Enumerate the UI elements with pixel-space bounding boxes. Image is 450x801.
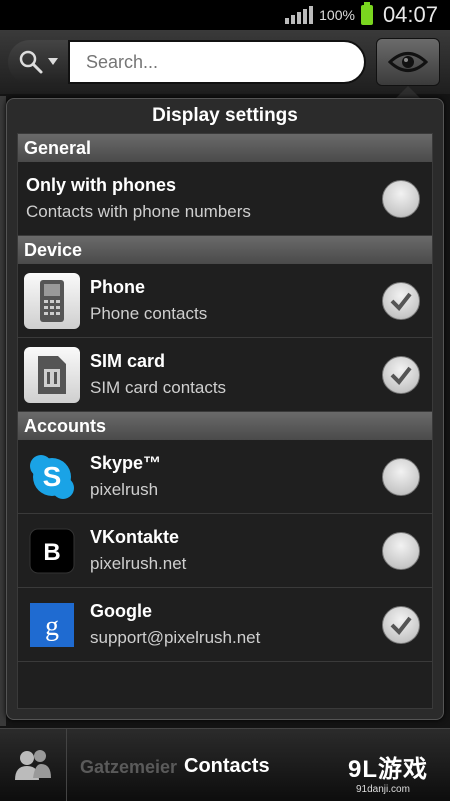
checkbox-google[interactable]	[382, 606, 420, 644]
item-title: SIM card	[90, 351, 166, 371]
checkbox-skype[interactable]	[382, 458, 420, 496]
item-title: VKontakte	[90, 527, 180, 547]
svg-text:S: S	[43, 461, 62, 492]
setting-phone[interactable]: Phone Phone contacts	[18, 264, 432, 338]
skype-icon: S	[24, 449, 80, 505]
setting-only-with-phones[interactable]: Only with phones Contacts with phone num…	[18, 162, 432, 236]
setting-google[interactable]: g Google support@pixelrush.net	[18, 588, 432, 662]
checkmark-icon	[390, 616, 412, 635]
sim-card-icon	[24, 347, 80, 403]
setting-sim-card[interactable]: SIM card SIM card contacts	[18, 338, 432, 412]
setting-skype[interactable]: S Skype™ pixelrush	[18, 440, 432, 514]
clock: 04:07	[382, 2, 438, 27]
item-subtitle: pixelrush.net	[90, 554, 187, 573]
watermark-sub: 91danji.com	[356, 784, 410, 795]
checkbox-sim-card[interactable]	[382, 356, 420, 394]
background-contact-name: Gatzemeier	[80, 757, 178, 777]
display-settings-dialog: Display settings General Only with phone…	[6, 98, 444, 720]
battery-icon	[360, 2, 373, 25]
eye-icon	[388, 52, 428, 72]
top-bar	[0, 30, 450, 94]
google-icon: g	[24, 597, 80, 653]
settings-list: General Only with phones Contacts with p…	[17, 133, 433, 709]
watermark: 9L游戏 91danji.com	[348, 749, 428, 795]
battery-percent: 100%	[319, 7, 355, 23]
bottom-bar-title: Contacts	[184, 755, 270, 777]
svg-text:B: B	[43, 539, 60, 566]
display-settings-button[interactable]	[376, 38, 440, 86]
item-title: Phone	[90, 277, 146, 297]
checkmark-icon	[390, 366, 412, 385]
checkbox-phone[interactable]	[382, 282, 420, 320]
section-header-device: Device	[18, 236, 432, 264]
checkbox-only-with-phones[interactable]	[382, 180, 420, 218]
section-header-accounts: Accounts	[18, 412, 432, 440]
item-subtitle: support@pixelrush.net	[90, 628, 261, 647]
vkontakte-icon: B	[24, 523, 80, 579]
svg-text:g: g	[45, 611, 59, 642]
dialog-title: Display settings	[152, 105, 298, 126]
checkmark-icon	[390, 292, 412, 311]
phone-icon	[24, 273, 80, 329]
item-subtitle: pixelrush	[90, 480, 159, 499]
item-subtitle: Phone contacts	[90, 304, 208, 323]
item-title: Google	[90, 601, 152, 621]
setting-vkontakte[interactable]: B VKontakte pixelrush.net	[18, 514, 432, 588]
checkbox-vkontakte[interactable]	[382, 532, 420, 570]
bottom-bar: Gatzemeier Contacts 9L游戏 91danji.com	[0, 728, 450, 801]
section-header-general: General	[18, 134, 432, 162]
item-subtitle: Contacts with phone numbers	[26, 202, 251, 221]
item-subtitle: SIM card contacts	[90, 378, 227, 397]
chevron-down-icon	[48, 58, 58, 65]
item-title: Only with phones	[26, 175, 177, 195]
people-button[interactable]	[0, 729, 67, 801]
search-icon	[19, 50, 43, 74]
item-title: Skype™	[90, 453, 162, 473]
status-bar: 100% 04:07	[0, 0, 450, 30]
search-input[interactable]	[68, 40, 366, 84]
watermark-text: 9L游戏	[348, 756, 429, 783]
search-scope-button[interactable]	[8, 40, 68, 84]
signal-icon	[285, 6, 314, 24]
people-icon	[15, 750, 51, 780]
